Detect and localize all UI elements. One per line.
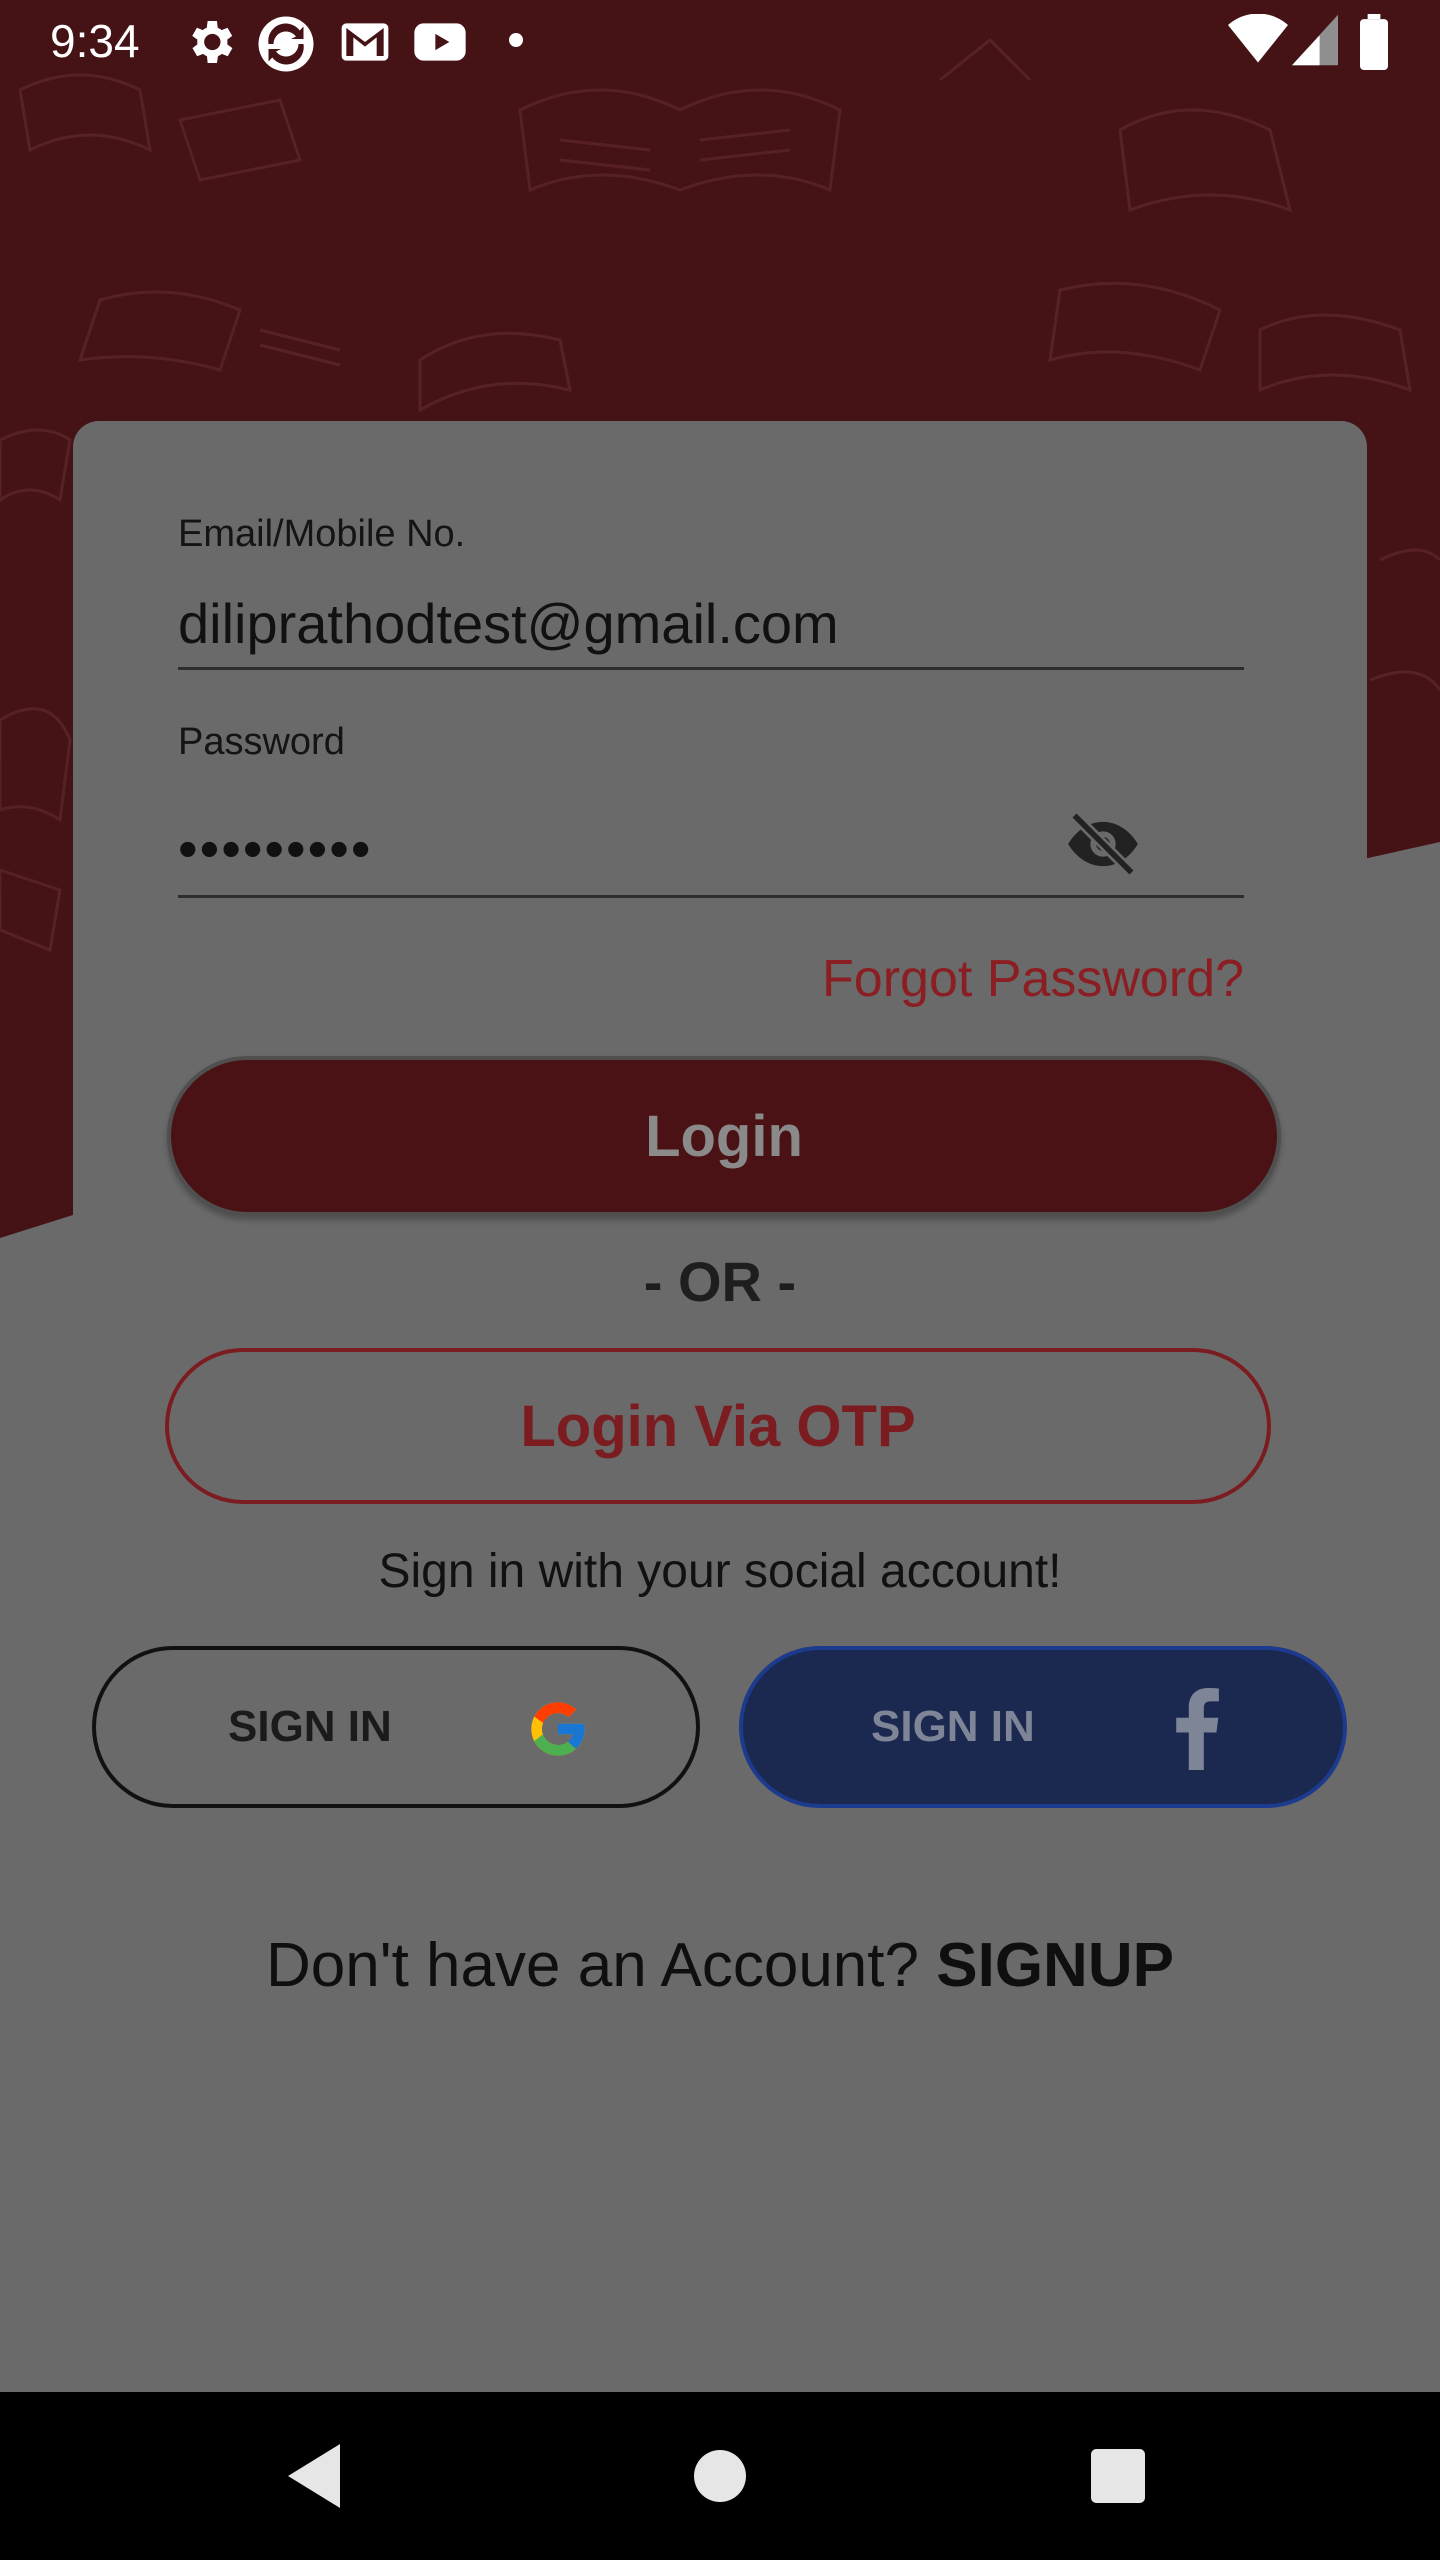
or-divider: - OR - (643, 1250, 797, 1313)
email-label: Email/Mobile No. (178, 513, 466, 555)
recents-icon[interactable] (1091, 2449, 1145, 2503)
login-button-label: Login (645, 1103, 803, 1169)
youtube-icon (414, 23, 466, 61)
eye-off-icon[interactable] (1061, 806, 1145, 882)
facebook-signin-button[interactable]: SIGN IN (739, 1646, 1347, 1808)
google-icon (531, 1702, 585, 1756)
gmail-icon (341, 23, 389, 61)
password-label: Password (178, 721, 345, 763)
signup-prompt-text: Don't have an Account? (266, 1931, 937, 2000)
email-underline (178, 667, 1244, 670)
dot-icon (509, 33, 523, 47)
signup-prompt: Don't have an Account? SIGNUP (0, 1930, 1440, 2001)
social-caption: Sign in with your social account! (378, 1545, 1062, 1598)
facebook-signin-label: SIGN IN (871, 1702, 1035, 1751)
otp-button-label: Login Via OTP (520, 1393, 916, 1459)
password-underline (178, 895, 1244, 898)
gear-icon (192, 21, 233, 63)
password-field[interactable]: ••••••••• (178, 816, 372, 881)
login-card: Email/Mobile No. diliprathodtest@gmail.c… (73, 421, 1367, 1481)
google-signin-button[interactable]: SIGN IN (92, 1646, 700, 1808)
login-via-otp-button[interactable]: Login Via OTP (165, 1348, 1271, 1504)
login-screen: 9:34 Email/Mobile No. diliprathodtest@gm… (0, 0, 1440, 2560)
status-time: 9:34 (50, 15, 140, 67)
home-icon[interactable] (694, 2450, 746, 2502)
signup-link[interactable]: SIGNUP (936, 1931, 1174, 2000)
back-icon[interactable] (288, 2444, 344, 2508)
navigation-bar (0, 2392, 1440, 2560)
signal-icon (1292, 14, 1338, 66)
email-field[interactable]: diliprathodtest@gmail.com (178, 591, 839, 656)
battery-icon (1360, 14, 1388, 70)
wifi-icon (1228, 14, 1288, 63)
forgot-password-link[interactable]: Forgot Password? (822, 949, 1244, 1009)
status-bar: 9:34 (0, 0, 1440, 84)
sync-icon (258, 16, 314, 72)
facebook-icon (1176, 1688, 1219, 1770)
login-button[interactable]: Login (167, 1056, 1281, 1216)
google-signin-label: SIGN IN (228, 1702, 392, 1751)
